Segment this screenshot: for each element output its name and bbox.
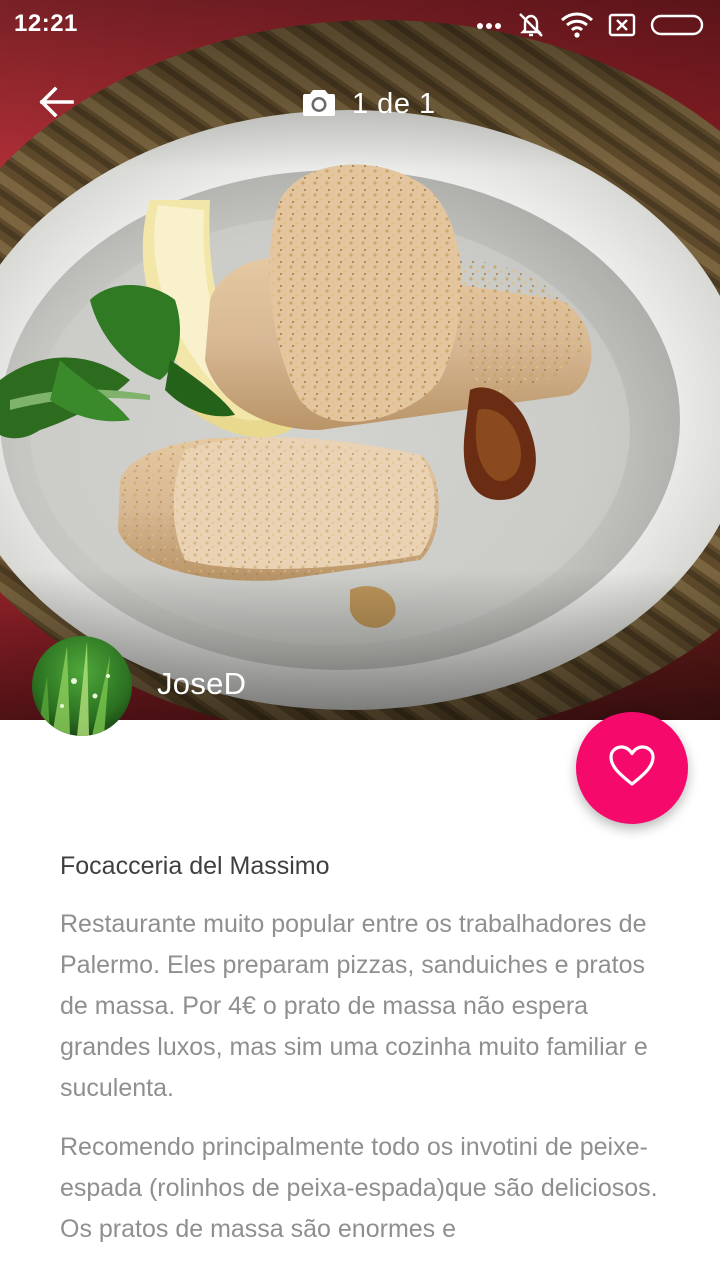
description-paragraph-1: Restaurante muito popular entre os traba… <box>60 910 648 1102</box>
author-name[interactable]: JoseD <box>157 666 246 702</box>
avatar[interactable] <box>32 636 132 736</box>
back-button[interactable] <box>24 76 88 132</box>
photo-counter: 1 de 1 <box>302 84 436 124</box>
battery-icon <box>650 13 706 37</box>
sim-error-icon <box>608 13 636 37</box>
silent-mode-icon <box>516 10 546 40</box>
heart-outline-icon <box>608 744 656 793</box>
screen: 12:21 1 de 1 JoseD Focacceria del Massim… <box>0 0 720 1280</box>
arrow-back-icon <box>38 85 74 123</box>
content-section: Focacceria del Massimo Restaurante muito… <box>60 846 670 1250</box>
status-icons <box>476 10 706 40</box>
place-title: Focacceria del Massimo <box>60 852 330 880</box>
photo-counter-text: 1 de 1 <box>352 87 436 120</box>
status-bar: 12:21 <box>0 0 720 50</box>
grass-avatar-image <box>32 636 132 736</box>
camera-icon <box>302 87 336 122</box>
wifi-icon <box>560 11 594 39</box>
more-dots-icon <box>476 20 502 30</box>
status-time: 12:21 <box>14 10 78 37</box>
description-paragraph-2: Recomendo principalmente todo os invotin… <box>60 1133 658 1243</box>
favorite-button[interactable] <box>576 712 688 824</box>
